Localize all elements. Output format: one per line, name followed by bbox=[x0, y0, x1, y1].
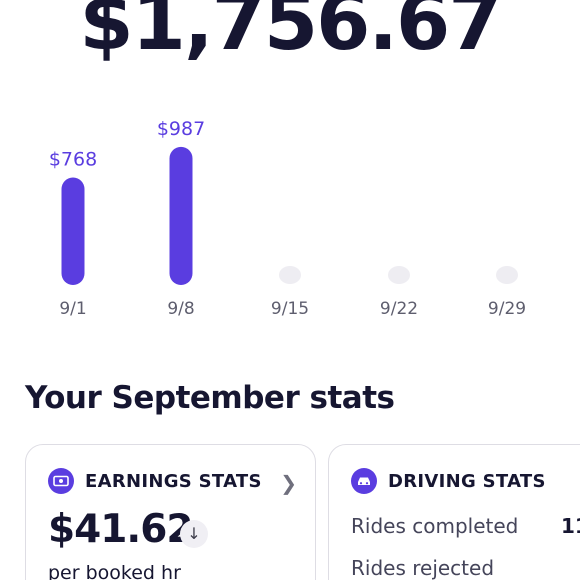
earnings-stats-title: EARNINGS STATS bbox=[85, 470, 262, 492]
earnings-per-hour-value: $41.62 bbox=[48, 507, 193, 552]
driving-stats-title: DRIVING STATS bbox=[388, 470, 546, 492]
empty-bar-9/15[interactable] bbox=[279, 266, 301, 284]
earnings-stats-card[interactable]: EARNINGS STATS ❯ $41.62 ↓ per booked hr bbox=[25, 444, 316, 580]
x-tick-label: 9/22 bbox=[380, 299, 418, 319]
rides-completed-value: 11 bbox=[561, 514, 580, 538]
empty-bar-9/29[interactable] bbox=[496, 266, 518, 284]
arrow-down-icon: ↓ bbox=[180, 520, 208, 548]
total-earnings: $1,756.67 bbox=[79, 0, 502, 68]
chevron-right-icon[interactable]: ❯ bbox=[280, 471, 297, 495]
car-icon bbox=[351, 468, 377, 494]
section-title: Your September stats bbox=[25, 380, 395, 416]
bar-9/1[interactable] bbox=[61, 177, 85, 285]
driving-stats-card[interactable]: DRIVING STATS Rides completed 11 Rides r… bbox=[328, 444, 580, 580]
x-tick-label: 9/1 bbox=[59, 299, 86, 319]
x-tick-label: 9/29 bbox=[488, 299, 526, 319]
x-tick-label: 9/15 bbox=[271, 299, 309, 319]
x-tick-label: 9/8 bbox=[167, 299, 194, 319]
bar-9/8[interactable] bbox=[169, 146, 193, 285]
empty-bar-9/22[interactable] bbox=[388, 266, 410, 284]
earnings-sub-label: per booked hr bbox=[48, 562, 181, 580]
bar-value-label: $768 bbox=[49, 148, 97, 170]
rides-completed-label: Rides completed bbox=[351, 514, 519, 538]
rides-rejected-label: Rides rejected bbox=[351, 556, 495, 580]
weekly-earnings-chart: $768 9/1 $987 9/8 9/15 9/22 9/29 bbox=[49, 120, 526, 319]
bar-value-label: $987 bbox=[157, 120, 205, 140]
cash-icon bbox=[48, 468, 74, 494]
